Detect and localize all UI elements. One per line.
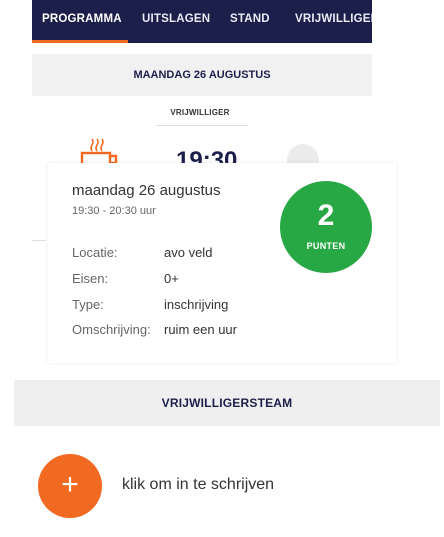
active-tab-indicator <box>32 40 128 43</box>
points-label: PUNTEN <box>306 241 346 251</box>
event-time: 19:30 <box>176 147 238 163</box>
requirements-value: 0+ <box>164 271 179 286</box>
points-badge: 2 PUNTEN <box>280 181 372 273</box>
location-label: Locatie: <box>72 245 118 260</box>
plus-icon: + <box>61 468 79 501</box>
description-label: Omschrijving: <box>72 322 151 337</box>
points-value: 2 <box>317 199 335 232</box>
tab-stand[interactable]: STAND <box>230 13 270 25</box>
date-header: MAANDAG 26 AUGUSTUS <box>32 54 372 96</box>
event-time-range: 19:30 - 20:30 uur <box>72 205 156 217</box>
type-value: inschrijving <box>164 297 229 312</box>
signup-add-button[interactable]: + <box>38 454 102 518</box>
tab-vrijwilliger[interactable]: VRIJWILLIGER <box>295 13 372 25</box>
tab-uitslagen[interactable]: UITSLAGEN <box>142 13 210 25</box>
description-value: ruim een uur <box>164 322 237 337</box>
divider <box>156 125 248 126</box>
type-label: Type: <box>72 297 104 312</box>
location-value: avo veld <box>164 245 213 260</box>
event-date-title: maandag 26 augustus <box>72 182 221 199</box>
divider <box>32 240 46 241</box>
tab-programma[interactable]: PROGRAMMA <box>42 13 122 25</box>
top-nav: PROGRAMMA UITSLAGEN STAND VRIJWILLIGER <box>32 0 372 43</box>
signup-text[interactable]: klik om in te schrijven <box>122 476 274 494</box>
requirements-label: Eisen: <box>72 271 109 286</box>
role-label: VRIJWILLIGER <box>170 108 230 117</box>
team-header: VRIJWILLIGERSTEAM <box>14 380 440 426</box>
